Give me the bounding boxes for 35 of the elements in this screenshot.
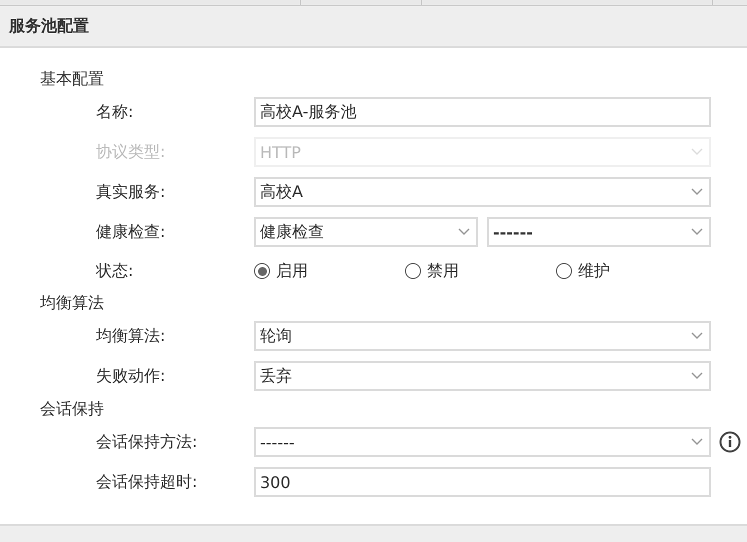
chevron-down-icon xyxy=(691,332,703,340)
dropdown[interactable]: 高校A xyxy=(254,177,711,207)
section-title: 基本配置 xyxy=(40,68,105,90)
field-label: 健康检查: xyxy=(95,222,166,242)
section-title: 均衡算法 xyxy=(40,292,105,314)
radio-label: 维护 xyxy=(578,260,610,282)
field-label: 真实服务: xyxy=(95,182,166,202)
info-icon[interactable] xyxy=(719,431,741,453)
dropdown[interactable]: 丢弃 xyxy=(254,361,711,391)
chevron-down-icon xyxy=(458,228,470,236)
text-field[interactable]: 高校A-服务池 xyxy=(254,97,711,127)
radio-button[interactable] xyxy=(556,263,572,279)
radio-label: 启用 xyxy=(276,260,308,282)
field-label: 协议类型: xyxy=(95,142,166,162)
chevron-down-icon xyxy=(691,228,703,236)
dropdown[interactable]: ------ xyxy=(487,217,711,247)
field-label: 均衡算法: xyxy=(95,326,166,346)
chevron-down-icon xyxy=(691,372,703,380)
dropdown[interactable]: 健康检查 xyxy=(254,217,478,247)
radio-button[interactable] xyxy=(405,263,421,279)
dialog-title: 服务池配置 xyxy=(9,16,89,36)
radio-label: 禁用 xyxy=(427,260,459,282)
dropdown[interactable]: 轮询 xyxy=(254,321,711,351)
section-title: 会话保持 xyxy=(40,398,105,420)
chevron-down-icon xyxy=(691,148,703,156)
dropdown[interactable]: ------ xyxy=(254,427,711,457)
field-label: 会话保持方法: xyxy=(95,432,198,452)
chevron-down-icon xyxy=(691,438,703,446)
field-label: 失败动作: xyxy=(95,366,166,386)
field-label: 状态: xyxy=(94,260,134,282)
field-label: 会话保持超时: xyxy=(95,472,198,492)
text-field[interactable]: 300 xyxy=(254,467,711,497)
radio-button[interactable] xyxy=(254,263,270,279)
field-label: 名称: xyxy=(95,102,134,122)
chevron-down-icon xyxy=(691,188,703,196)
